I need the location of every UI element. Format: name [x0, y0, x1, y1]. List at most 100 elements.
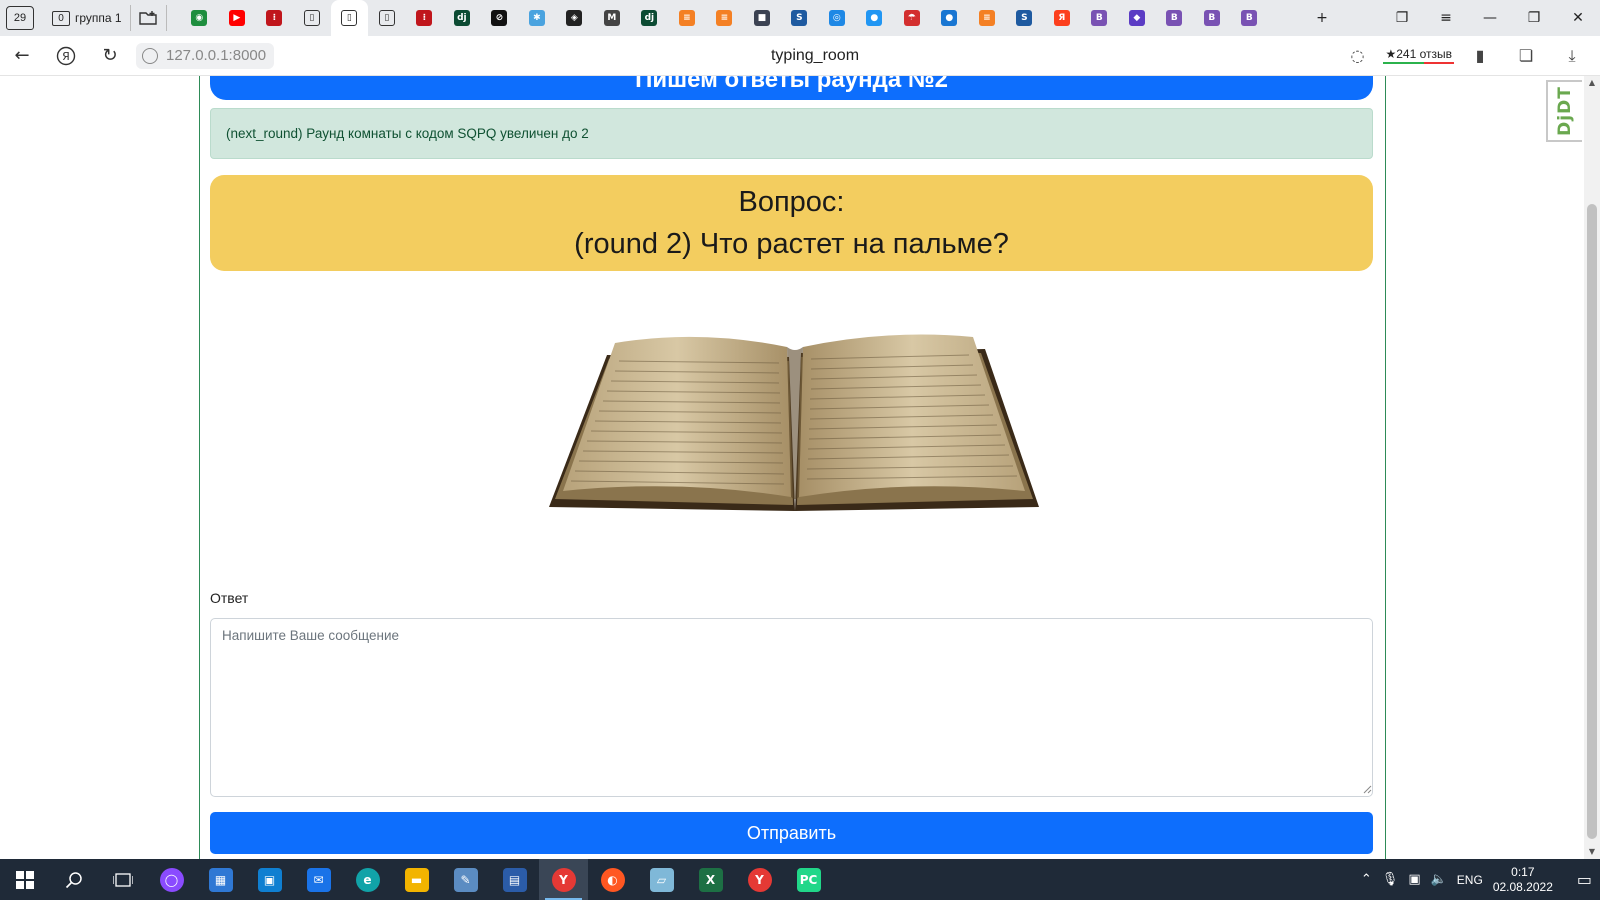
compass-icon: ◐: [600, 867, 625, 892]
browser-tab[interactable]: ✱: [518, 0, 556, 36]
answer-textarea[interactable]: [210, 618, 1373, 797]
browser-tab[interactable]: ◎: [818, 0, 856, 36]
taskbar-app[interactable]: ✎: [441, 859, 490, 900]
answer-label: Ответ: [210, 590, 249, 606]
plus-icon: +: [1316, 10, 1328, 26]
browser-tab[interactable]: ≡: [968, 0, 1006, 36]
browser-tab[interactable]: B: [1231, 0, 1269, 36]
network-icon[interactable]: ▣: [1408, 872, 1420, 887]
camera-app-icon: ◎: [828, 10, 845, 26]
scroll-up-icon[interactable]: ▲: [1587, 78, 1597, 88]
taskbar-app[interactable]: PC: [784, 859, 833, 900]
submit-button[interactable]: Отправить: [210, 812, 1373, 854]
taskbar-app[interactable]: ▣: [245, 859, 294, 900]
browser-tab[interactable]: ≡: [706, 0, 744, 36]
notifications-icon[interactable]: ▭: [1577, 870, 1592, 889]
browser-tab[interactable]: ▶: [218, 0, 256, 36]
excel-icon: X: [698, 867, 723, 892]
round-header: Пишем ответы раунда №2: [210, 76, 1373, 100]
taskbar-app[interactable]: ✉: [294, 859, 343, 900]
minimize-button[interactable]: —: [1468, 0, 1512, 36]
browser-tab[interactable]: ●: [931, 0, 969, 36]
chevron-up-icon[interactable]: ⌃: [1361, 872, 1372, 887]
restore-button[interactable]: ❐: [1512, 0, 1556, 36]
yandex-home-button[interactable]: Я: [44, 36, 88, 76]
browser-tab[interactable]: ▯: [293, 0, 331, 36]
volume-icon[interactable]: 🔈: [1431, 872, 1447, 887]
new-tab-group-button[interactable]: [131, 5, 167, 31]
browser-tab[interactable]: ⊘: [481, 0, 519, 36]
browser-tab[interactable]: ◉: [181, 0, 219, 36]
yandex-browser-icon: Y: [747, 867, 772, 892]
close-button[interactable]: ✕: [1556, 0, 1600, 36]
scroll-down-icon[interactable]: ▼: [1587, 847, 1597, 857]
debug-toolbar-toggle[interactable]: DjDT: [1546, 80, 1582, 142]
layers-icon: ◆: [1128, 10, 1145, 26]
new-tab-button[interactable]: +: [1300, 0, 1344, 36]
taskbar-app[interactable]: X: [686, 859, 735, 900]
browser-tab[interactable]: ◆: [1118, 0, 1156, 36]
taskbar-app[interactable]: ▬: [392, 859, 441, 900]
browser-tab[interactable]: ▯: [368, 0, 406, 36]
site-info-icon: [142, 47, 158, 64]
tab-counter-button[interactable]: 29: [6, 6, 34, 30]
scroll-thumb[interactable]: [1587, 204, 1597, 839]
snowflake-icon: ✱: [528, 10, 545, 26]
restore-icon: ❐: [1527, 10, 1541, 26]
taskbar-app[interactable]: Y: [735, 859, 784, 900]
resize-handle-icon[interactable]: [1362, 784, 1372, 794]
yandex-icon: Я: [1053, 10, 1070, 26]
drop-dark-icon: ●: [941, 10, 958, 26]
browser-tab[interactable]: B: [1193, 0, 1231, 36]
document-icon: ▯: [378, 10, 395, 26]
taskbar-app[interactable]: e: [343, 859, 392, 900]
browser-tab[interactable]: B: [1081, 0, 1119, 36]
browser-tab[interactable]: ▯: [330, 0, 369, 36]
taskbar-app[interactable]: ▤: [490, 859, 539, 900]
search-button[interactable]: [49, 859, 98, 900]
page-scrollbar[interactable]: ▲ ▼: [1584, 76, 1600, 859]
browser-tab[interactable]: M: [593, 0, 631, 36]
extensions-button[interactable]: ❏: [1506, 36, 1546, 76]
django-icon: dj: [641, 10, 658, 26]
browser-tab[interactable]: ●: [856, 0, 894, 36]
taskbar-app[interactable]: Y: [539, 859, 588, 900]
browser-tab[interactable]: ☂: [893, 0, 931, 36]
taskbar-app[interactable]: ◐: [588, 859, 637, 900]
menu-button[interactable]: ≡: [1424, 0, 1468, 36]
browser-tab[interactable]: Я: [1043, 0, 1081, 36]
reload-icon: ↻: [102, 45, 118, 66]
microphone-icon[interactable]: 🎙: [1382, 872, 1399, 887]
browser-tab[interactable]: ◈: [556, 0, 594, 36]
site-rating-badge[interactable]: ★241 отзыв: [1383, 47, 1454, 64]
start-button[interactable]: [0, 859, 49, 900]
system-tray: ⌃ 🎙 ▣ 🔈 ENG 0:17 02.08.2022 ▭: [1361, 865, 1600, 895]
stackoverflow-icon: ≡: [716, 10, 733, 26]
browser-tab[interactable]: ⁝: [406, 0, 444, 36]
taskbar-app[interactable]: ◯: [147, 859, 196, 900]
clock[interactable]: 0:17 02.08.2022: [1493, 865, 1553, 895]
bookmark-button[interactable]: ▮: [1460, 36, 1500, 76]
browser-tab[interactable]: S: [1006, 0, 1044, 36]
bootstrap-icon: B: [1166, 10, 1183, 26]
taskbar-app[interactable]: ▱: [637, 859, 686, 900]
downloads-button[interactable]: ⤓: [1552, 36, 1592, 76]
browser-tab[interactable]: ■: [743, 0, 781, 36]
paint-icon: ✎: [453, 867, 478, 892]
input-language[interactable]: ENG: [1457, 873, 1483, 887]
url-field[interactable]: 127.0.0.1:8000: [136, 42, 275, 69]
tab-group[interactable]: 0 группа 1: [44, 5, 131, 31]
taskbar-app[interactable]: ▦: [196, 859, 245, 900]
mail-icon: ✉: [306, 867, 331, 892]
task-view-button[interactable]: [98, 859, 147, 900]
browser-tab[interactable]: ⁝: [256, 0, 294, 36]
browser-tab[interactable]: S: [781, 0, 819, 36]
back-button[interactable]: ←: [0, 36, 44, 76]
browser-tab[interactable]: dj: [443, 0, 481, 36]
chat-button[interactable]: ◌: [1337, 36, 1377, 76]
collections-button[interactable]: ❐: [1380, 0, 1424, 36]
browser-tab[interactable]: ≡: [668, 0, 706, 36]
browser-tab[interactable]: B: [1156, 0, 1194, 36]
reload-button[interactable]: ↻: [88, 36, 132, 76]
browser-tab[interactable]: dj: [631, 0, 669, 36]
